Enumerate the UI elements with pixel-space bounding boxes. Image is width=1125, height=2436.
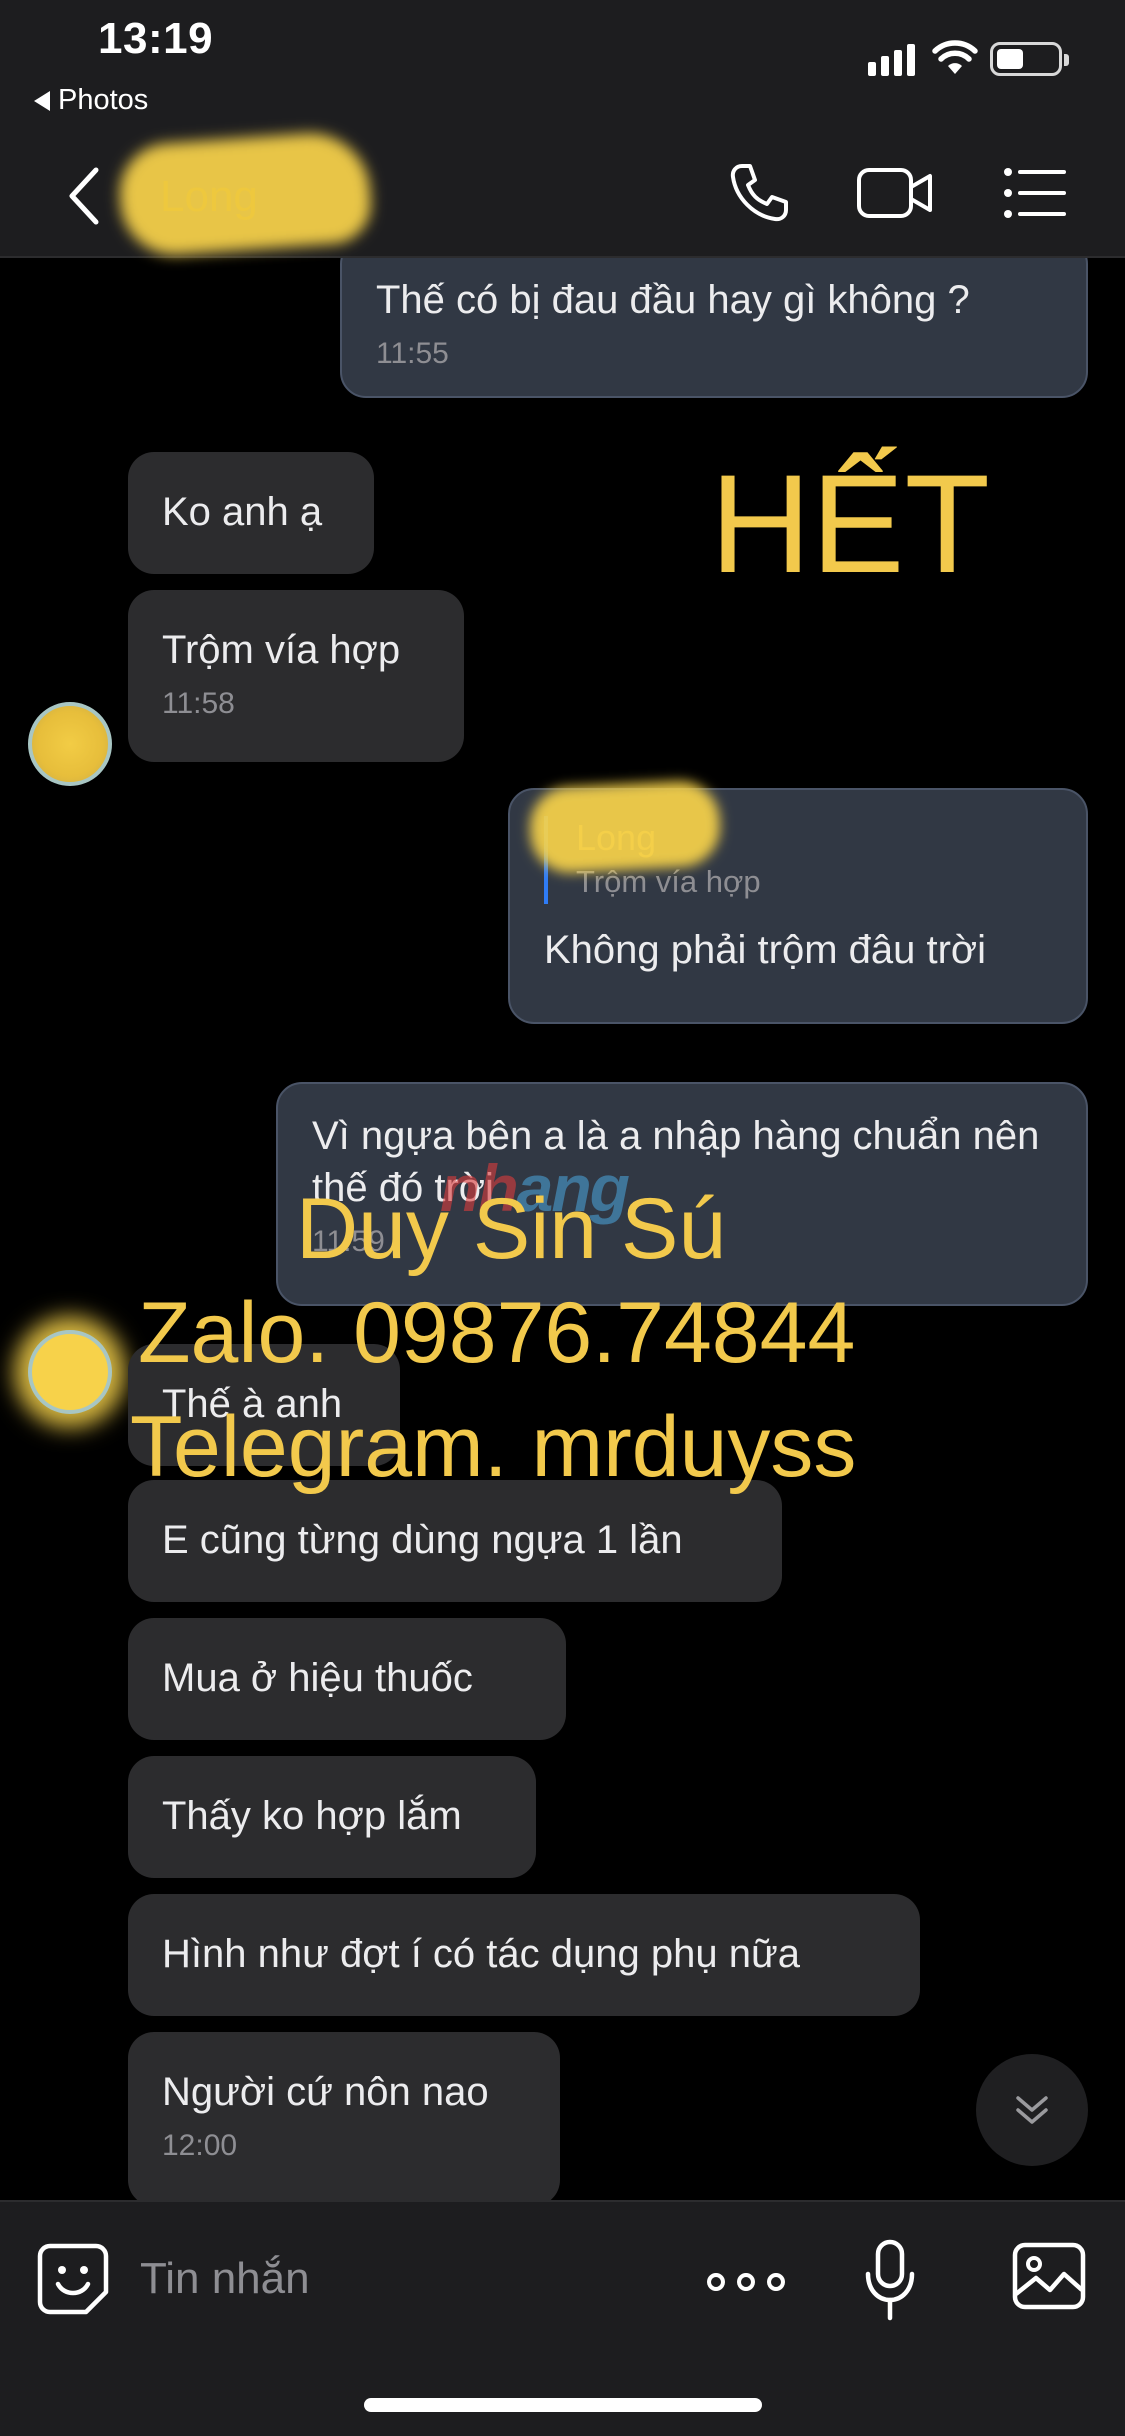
message-text: Không phải trộm đâu trời <box>544 928 987 972</box>
message-text: Trộm vía hợp <box>162 628 401 672</box>
cellular-signal-icon <box>868 44 915 76</box>
watermark-het: HẾT <box>710 445 990 602</box>
wifi-icon <box>932 40 978 74</box>
message-text: Mua ở hiệu thuốc <box>162 1656 473 1700</box>
phone-icon[interactable] <box>726 160 792 226</box>
message-bubble[interactable]: Người cứ nôn nao 12:00 <box>128 2032 560 2200</box>
watermark-telegram: Telegram. mrduyss <box>130 1399 857 1495</box>
message-bubble[interactable]: Hình như đợt í có tác dụng phụ nữa <box>128 1894 920 2016</box>
watermark-zalo: Zalo. 09876.74844 <box>138 1285 856 1381</box>
home-indicator[interactable] <box>364 2398 762 2412</box>
message-text: E cũng từng dùng ngựa 1 lần <box>162 1518 683 1562</box>
back-to-photos-button[interactable]: Photos <box>34 84 148 117</box>
message-bubble[interactable]: Thấy ko hợp lắm <box>128 1756 536 1878</box>
video-camera-icon[interactable] <box>856 160 934 226</box>
message-input[interactable] <box>140 2244 660 2314</box>
message-text: Ko anh ạ <box>162 490 323 534</box>
menu-list-icon[interactable] <box>1002 160 1068 226</box>
quote-name-redaction-blur <box>527 779 723 875</box>
image-gallery-icon[interactable] <box>1012 2242 1086 2310</box>
microphone-icon[interactable] <box>864 2238 916 2322</box>
back-chevron-icon[interactable] <box>64 164 104 228</box>
contact-name[interactable]: Long <box>160 172 258 222</box>
avatar[interactable] <box>28 702 112 786</box>
message-text: Hình như đợt í có tác dụng phụ nữa <box>162 1932 800 1976</box>
status-time: 13:19 <box>98 14 214 63</box>
more-options-icon[interactable] <box>706 2246 786 2320</box>
scroll-to-bottom-button[interactable] <box>976 2054 1088 2166</box>
back-triangle-icon <box>34 90 50 111</box>
message-text: Người cứ nôn nao <box>162 2070 489 2114</box>
status-bar: 13:19 Photos <box>0 0 1125 130</box>
avatar[interactable] <box>28 1330 112 1414</box>
message-time: 12:00 <box>162 2129 238 2162</box>
watermark-name: Duy Sin Sú <box>296 1181 727 1277</box>
message-bubble[interactable]: Thế có bị đau đầu hay gì không ? 11:55 <box>340 258 1088 398</box>
battery-icon <box>990 42 1069 76</box>
message-bubble[interactable]: Ko anh ạ <box>128 452 374 574</box>
message-bubble[interactable]: Mua ở hiệu thuốc <box>128 1618 566 1740</box>
message-bubble[interactable]: Trộm vía hợp 11:58 <box>128 590 464 762</box>
chat-header: Long <box>0 129 1125 259</box>
message-time: 11:58 <box>162 687 235 720</box>
sticker-icon[interactable] <box>36 2242 110 2316</box>
message-text: Thấy ko hợp lắm <box>162 1794 462 1838</box>
double-chevron-down-icon <box>1016 2096 1048 2124</box>
back-app-label: Photos <box>58 84 149 116</box>
message-bubble[interactable]: E cũng từng dùng ngựa 1 lần <box>128 1480 782 1602</box>
message-text: Thế có bị đau đầu hay gì không ? <box>376 278 970 322</box>
message-time: 11:55 <box>376 337 449 370</box>
